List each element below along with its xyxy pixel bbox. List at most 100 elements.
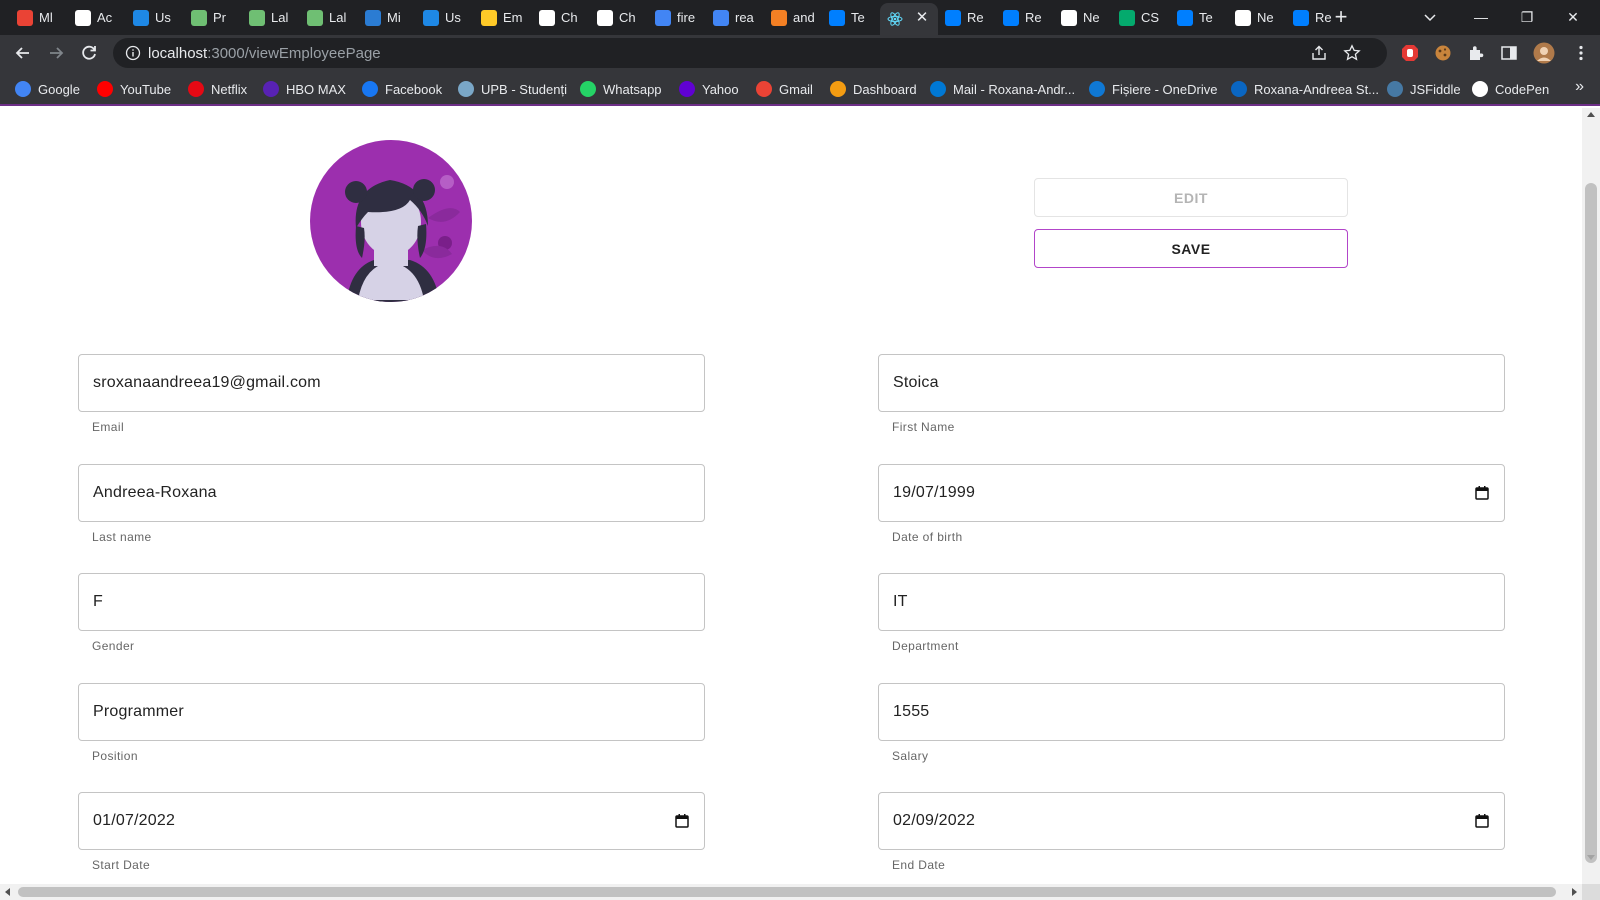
bookmark-item[interactable]: UPB - Studenți [458,80,567,98]
bookmark-item[interactable]: Fișiere - OneDrive [1089,80,1217,98]
stackoverflow-icon [423,9,439,26]
browser-tab-label: Lal [329,10,347,25]
bookmark-item[interactable]: YouTube [97,80,171,98]
salary-label: Salary [892,748,929,763]
site-info-icon[interactable] [125,45,141,61]
edit-button[interactable]: EDIT [1034,178,1348,217]
browser-tab[interactable]: Te [822,4,880,31]
outlook-icon [930,81,946,97]
bookmark-star-icon[interactable] [1343,44,1361,62]
email-input[interactable]: sroxanaandreea19@gmail.com [78,354,705,412]
scroll-left-arrow-icon[interactable] [5,888,10,896]
microsoft-icon [365,9,381,26]
browser-tab-label: Re [1025,10,1042,25]
share-icon[interactable] [1310,44,1328,62]
bookmark-label: Dashboard [853,81,917,97]
browser-tab[interactable]: Ch [590,4,648,31]
side-panel-icon[interactable] [1500,44,1518,62]
bookmark-item[interactable]: Netflix [188,80,247,98]
browser-tab[interactable]: ✕ [880,3,938,35]
email-value: sroxanaandreea19@gmail.com [93,374,321,391]
tab-close-icon[interactable]: ✕ [914,10,930,26]
browser-tab-label: Te [851,10,865,25]
back-icon[interactable] [12,42,34,64]
reload-icon[interactable] [78,42,100,64]
end-date-input[interactable]: 02/09/2022 [878,792,1505,850]
bookmark-item[interactable]: Google [15,80,80,98]
browser-tab[interactable]: and [764,4,822,31]
close-window-button[interactable]: ✕ [1550,0,1596,34]
last-name-input[interactable]: Andreea-Roxana [78,463,705,522]
browser-tab[interactable]: Mi [358,4,416,31]
end-date-field: 02/09/2022 End Date [878,792,1505,872]
menu-kebab-icon[interactable] [1572,44,1590,62]
bookmark-label: JSFiddle [1410,81,1461,97]
browser-tab-label: Ch [619,10,636,25]
browser-tab[interactable]: CS [1112,4,1170,31]
bookmark-item[interactable]: Yahoo [679,80,739,98]
browser-tab[interactable]: Ac [68,4,126,31]
mui-icon [945,9,961,26]
browser-tab[interactable]: Ne [1054,4,1112,31]
browser-tab[interactable]: Ml [10,4,68,31]
vertical-scroll-thumb[interactable] [1585,183,1597,863]
browser-tab[interactable]: Re [1286,4,1344,31]
bookmark-item[interactable]: Facebook [362,80,442,98]
horizontal-scroll-thumb[interactable] [18,887,1556,897]
browser-tab-label: fire [677,10,696,25]
profile-avatar-icon[interactable] [1533,42,1555,64]
bookmark-item[interactable]: Whatsapp [580,80,662,98]
browser-tab[interactable]: Us [126,4,184,31]
date-of-birth-input[interactable]: 19/07/1999 [878,463,1505,522]
browser-tab[interactable]: Ch [532,4,590,31]
calendar-icon[interactable] [674,813,690,829]
vertical-scrollbar[interactable] [1582,108,1600,884]
scroll-down-arrow-icon[interactable] [1587,855,1595,860]
first-name-input[interactable]: Stoica [878,354,1505,412]
extensions-puzzle-icon[interactable] [1467,44,1485,62]
google-icon [655,9,671,26]
browser-tab[interactable]: Lal [242,4,300,31]
department-input[interactable]: IT [878,573,1505,631]
scroll-up-arrow-icon[interactable] [1587,112,1595,117]
restore-button[interactable]: ❐ [1504,0,1550,34]
start-date-input[interactable]: 01/07/2022 [78,792,705,850]
adblock-extension-icon[interactable] [1401,44,1419,62]
browser-tab[interactable]: Lal [300,4,358,31]
browser-tab[interactable]: Re [938,4,996,31]
bookmark-item[interactable]: CodePen [1472,80,1549,98]
browser-tab[interactable]: Us [416,4,474,31]
calendar-icon[interactable] [1474,485,1490,501]
scroll-right-arrow-icon[interactable] [1572,888,1577,896]
cookie-extension-icon[interactable] [1434,44,1452,62]
gender-input[interactable]: F [78,573,705,631]
horizontal-scrollbar[interactable] [0,884,1582,900]
forward-icon[interactable] [45,42,67,64]
bookmarks-bar: » Google YouTube Netflix HBO MAX Facebook UPB… [0,71,1600,106]
browser-tab[interactable]: Ne [1228,4,1286,31]
bookmark-item[interactable]: Mail - Roxana-Andr... [930,80,1075,98]
bookmark-item[interactable]: HBO MAX [263,80,346,98]
browser-tab[interactable]: fire [648,4,706,31]
browser-tab[interactable]: Re [996,4,1054,31]
position-input[interactable]: Programmer [78,682,705,741]
bookmark-item[interactable]: Roxana-Andreea St... [1231,80,1379,98]
save-button[interactable]: SAVE [1034,229,1348,268]
browser-tab[interactable]: rea [706,4,764,31]
bookmark-item[interactable]: Dashboard [830,80,917,98]
tab-search-icon[interactable] [1422,9,1438,25]
browser-tab-label: Ne [1257,10,1274,25]
bookmark-label: Mail - Roxana-Andr... [953,81,1076,97]
bookmark-label: Whatsapp [603,81,662,97]
bookmarks-overflow-button[interactable]: » [1575,78,1584,96]
browser-tab[interactable]: Te [1170,4,1228,31]
calendar-icon[interactable] [1474,813,1490,829]
address-bar[interactable]: localhost:3000/viewEmployeePage [113,38,1387,68]
minimize-button[interactable]: — [1458,0,1504,34]
browser-tab[interactable]: Pr [184,4,242,31]
salary-input[interactable]: 1555 [878,682,1505,741]
browser-tab[interactable]: Em [474,4,532,31]
bookmark-item[interactable]: JSFiddle [1387,80,1461,98]
bookmark-item[interactable]: Gmail [756,80,813,98]
url-path: :3000/viewEmployeePage [207,45,381,62]
